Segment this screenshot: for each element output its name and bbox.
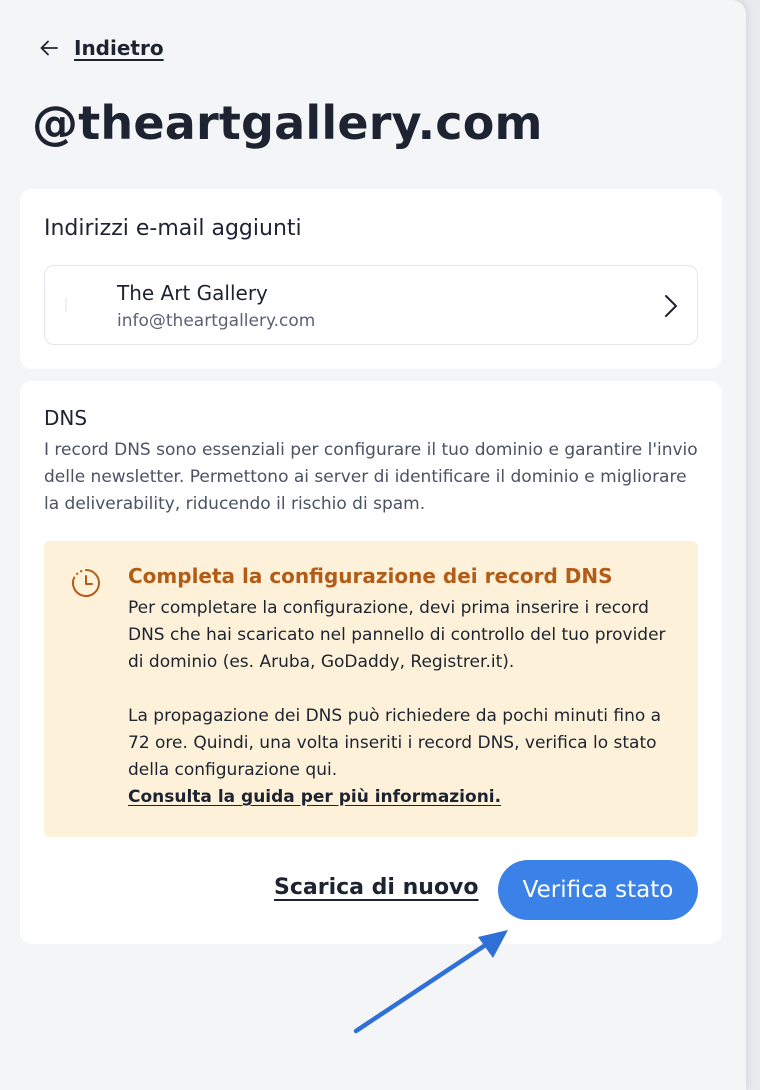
sender-email: info@theartgallery.com: [117, 311, 316, 331]
dns-card: DNS I record DNS sono essenziali per con…: [20, 381, 722, 944]
back-link[interactable]: Indietro: [38, 36, 164, 60]
guide-link[interactable]: Consulta la guida per più informazioni.: [128, 787, 501, 807]
download-again-link[interactable]: Scarica di nuovo: [274, 875, 479, 900]
arrow-left-icon: [40, 40, 58, 56]
sender-name: The Art Gallery: [117, 281, 268, 305]
emails-card: Indirizzi e-mail aggiunti The Art Galler…: [20, 189, 722, 369]
sender-avatar: [65, 298, 67, 312]
clock-icon: [71, 569, 100, 597]
page-title: @theartgallery.com: [32, 96, 543, 150]
sender-list-item[interactable]: The Art Gallery info@theartgallery.com: [44, 265, 698, 345]
dns-card-heading: DNS: [44, 406, 88, 430]
emails-card-heading: Indirizzi e-mail aggiunti: [44, 216, 302, 241]
warning-paragraph: La propagazione dei DNS può richiedere d…: [128, 703, 678, 811]
domain-detail-drawer: Indietro @theartgallery.com Indirizzi e-…: [0, 0, 746, 1090]
warning-title: Completa la configurazione dei record DN…: [128, 564, 613, 588]
warning-body: Per completare la configurazione, devi p…: [128, 595, 678, 811]
annotation-arrow-icon: [353, 930, 508, 1034]
back-link-label: Indietro: [74, 36, 164, 60]
background-scrollbar[interactable]: [746, 0, 760, 1090]
warning-paragraph-text: La propagazione dei DNS può richiedere d…: [128, 706, 662, 780]
dns-warning-alert: Completa la configurazione dei record DN…: [44, 541, 698, 837]
verify-status-button[interactable]: Verifica stato: [498, 860, 698, 920]
dns-description: I record DNS sono essenziali per configu…: [44, 440, 698, 514]
warning-paragraph: Per completare la configurazione, devi p…: [128, 598, 666, 672]
chevron-right-icon: [665, 295, 677, 317]
